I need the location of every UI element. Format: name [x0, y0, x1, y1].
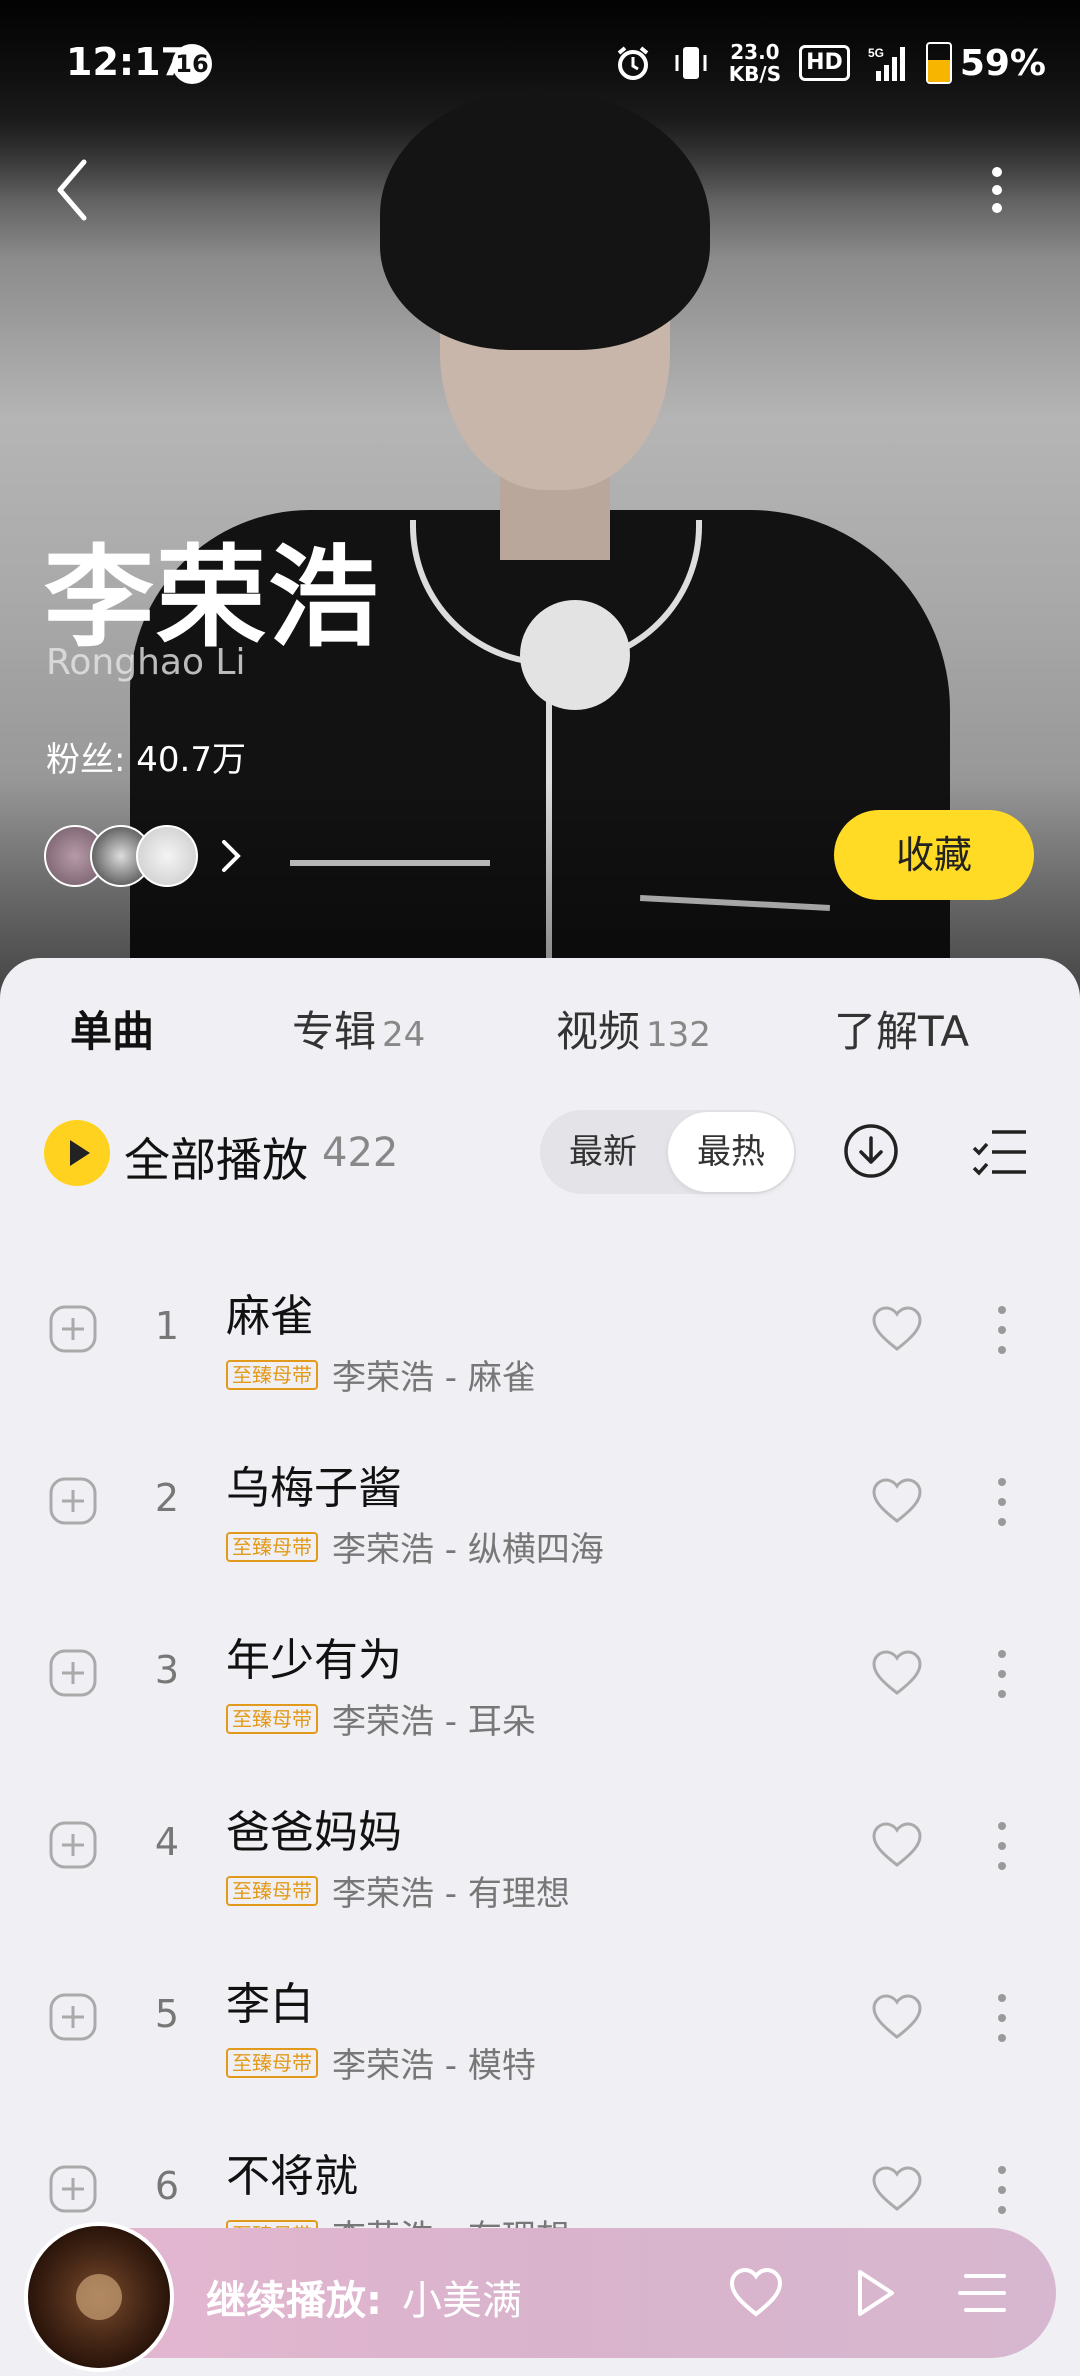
status-time: 12:17	[66, 40, 187, 84]
gesture-bar	[0, 2362, 1080, 2376]
mini-player-label: 继续播放:	[206, 2278, 382, 2324]
download-icon[interactable]	[842, 1122, 900, 1180]
heart-icon[interactable]	[870, 1304, 924, 1354]
quality-tag: 至臻母带	[226, 1359, 318, 1390]
song-number: 5	[154, 1992, 180, 2036]
alarm-icon	[617, 46, 648, 80]
play-all-label[interactable]: 全部播放	[124, 1124, 308, 1190]
song-row[interactable]: 1 麻雀至臻母带 李荣浩 - 麻雀	[0, 1258, 1080, 1430]
song-number: 4	[154, 1820, 180, 1864]
add-to-playlist-icon[interactable]	[48, 1648, 98, 1698]
tab-about[interactable]: 了解TA	[834, 998, 969, 1059]
battery-percent: 59%	[959, 42, 1046, 84]
tab-videos[interactable]: 视频 132	[556, 998, 711, 1059]
collect-button[interactable]: 收藏	[834, 810, 1034, 900]
quality-tag: 至臻母带	[226, 1703, 318, 1734]
tab-singles[interactable]: 单曲	[70, 998, 156, 1059]
play-all-count: 422	[322, 1130, 399, 1176]
status-bar: 12:17 16 23.0 KB/S HD 5G 59%	[0, 0, 1080, 128]
quality-tag: 至臻母带	[226, 1875, 318, 1906]
more-vertical-icon[interactable]	[992, 1300, 1012, 1360]
svg-text:5G: 5G	[868, 46, 884, 60]
song-title[interactable]: 年少有为	[226, 1624, 402, 1688]
more-vertical-icon[interactable]	[992, 2160, 1012, 2220]
vibrate-icon	[675, 47, 707, 79]
more-vertical-icon[interactable]	[992, 1988, 1012, 2048]
more-vertical-icon[interactable]	[992, 1816, 1012, 1876]
add-to-playlist-icon[interactable]	[48, 1476, 98, 1526]
song-row[interactable]: 5 李白至臻母带 李荣浩 - 模特	[0, 1946, 1080, 2118]
song-row[interactable]: 2 乌梅子酱至臻母带 李荣浩 - 纵横四海	[0, 1430, 1080, 1602]
song-title[interactable]: 爸爸妈妈	[226, 1796, 402, 1860]
song-row[interactable]: 3 年少有为至臻母带 李荣浩 - 耳朵	[0, 1602, 1080, 1774]
mini-player-song: 小美满	[402, 2278, 522, 2324]
song-number: 1	[154, 1304, 180, 1348]
mini-player-cover[interactable]	[24, 2222, 174, 2372]
fan-avatars[interactable]	[44, 825, 244, 887]
song-meta: 李荣浩 - 纵横四海	[332, 1530, 604, 1570]
battery-icon	[925, 42, 952, 84]
batch-manage-icon[interactable]	[972, 1124, 1028, 1180]
song-meta: 李荣浩 - 有理想	[332, 1874, 570, 1914]
song-title[interactable]: 麻雀	[226, 1280, 314, 1344]
heart-icon[interactable]	[870, 1476, 924, 1526]
artist-name-en: Ronghao Li	[46, 642, 246, 683]
fans-count: 粉丝: 40.7万	[46, 740, 246, 780]
sort-hottest-option[interactable]: 最热	[668, 1112, 794, 1192]
more-vertical-icon[interactable]	[992, 1644, 1012, 1704]
add-to-playlist-icon[interactable]	[48, 2164, 98, 2214]
notification-count-badge: 16	[172, 44, 212, 84]
heart-icon[interactable]	[870, 2164, 924, 2214]
heart-icon[interactable]	[870, 1648, 924, 1698]
battery: 59%	[925, 42, 1046, 84]
tab-albums[interactable]: 专辑 24	[292, 998, 425, 1059]
more-vertical-icon[interactable]	[972, 150, 1022, 230]
sort-toggle: 最新 最热	[540, 1110, 796, 1194]
quality-tag: 至臻母带	[226, 1531, 318, 1562]
song-row[interactable]: 4 爸爸妈妈至臻母带 李荣浩 - 有理想	[0, 1774, 1080, 1946]
song-meta: 李荣浩 - 模特	[332, 2046, 536, 2086]
play-all-button[interactable]	[44, 1120, 110, 1186]
add-to-playlist-icon[interactable]	[48, 1304, 98, 1354]
content-sheet: 单曲 专辑 24 视频 132 了解TA 全部播放 422 最新 最热 1 麻雀至臻母…	[0, 958, 1080, 2376]
tab-bar: 单曲 专辑 24 视频 132 了解TA	[0, 998, 1080, 1078]
song-title[interactable]: 不将就	[226, 2140, 358, 2204]
add-to-playlist-icon[interactable]	[48, 1992, 98, 2042]
heart-icon[interactable]	[870, 1992, 924, 2042]
song-number: 2	[154, 1476, 180, 1520]
avatar	[136, 825, 198, 887]
play-all-row: 全部播放 422 最新 最热	[0, 1108, 1080, 1198]
mini-player[interactable]: 继续播放: 小美满	[24, 2222, 1056, 2372]
song-number: 6	[154, 2164, 180, 2208]
more-vertical-icon[interactable]	[992, 1472, 1012, 1532]
back-icon[interactable]	[44, 150, 104, 230]
net-speed: 23.0 KB/S	[728, 40, 782, 86]
playlist-icon[interactable]	[956, 2268, 1006, 2318]
add-to-playlist-icon[interactable]	[48, 1820, 98, 1870]
song-title[interactable]: 乌梅子酱	[226, 1452, 402, 1516]
sort-newest-option[interactable]: 最新	[540, 1110, 666, 1194]
quality-tag: 至臻母带	[226, 2047, 318, 2078]
chevron-right-icon	[222, 840, 241, 872]
song-meta: 李荣浩 - 麻雀	[332, 1358, 536, 1398]
hd-badge: HD	[799, 45, 850, 81]
signal-5g-icon: 5G	[868, 46, 905, 81]
song-title[interactable]: 李白	[226, 1968, 314, 2032]
song-meta: 李荣浩 - 耳朵	[332, 1702, 536, 1742]
heart-icon[interactable]	[728, 2266, 784, 2320]
play-icon[interactable]	[850, 2266, 900, 2320]
song-number: 3	[154, 1648, 180, 1692]
heart-icon[interactable]	[870, 1820, 924, 1870]
